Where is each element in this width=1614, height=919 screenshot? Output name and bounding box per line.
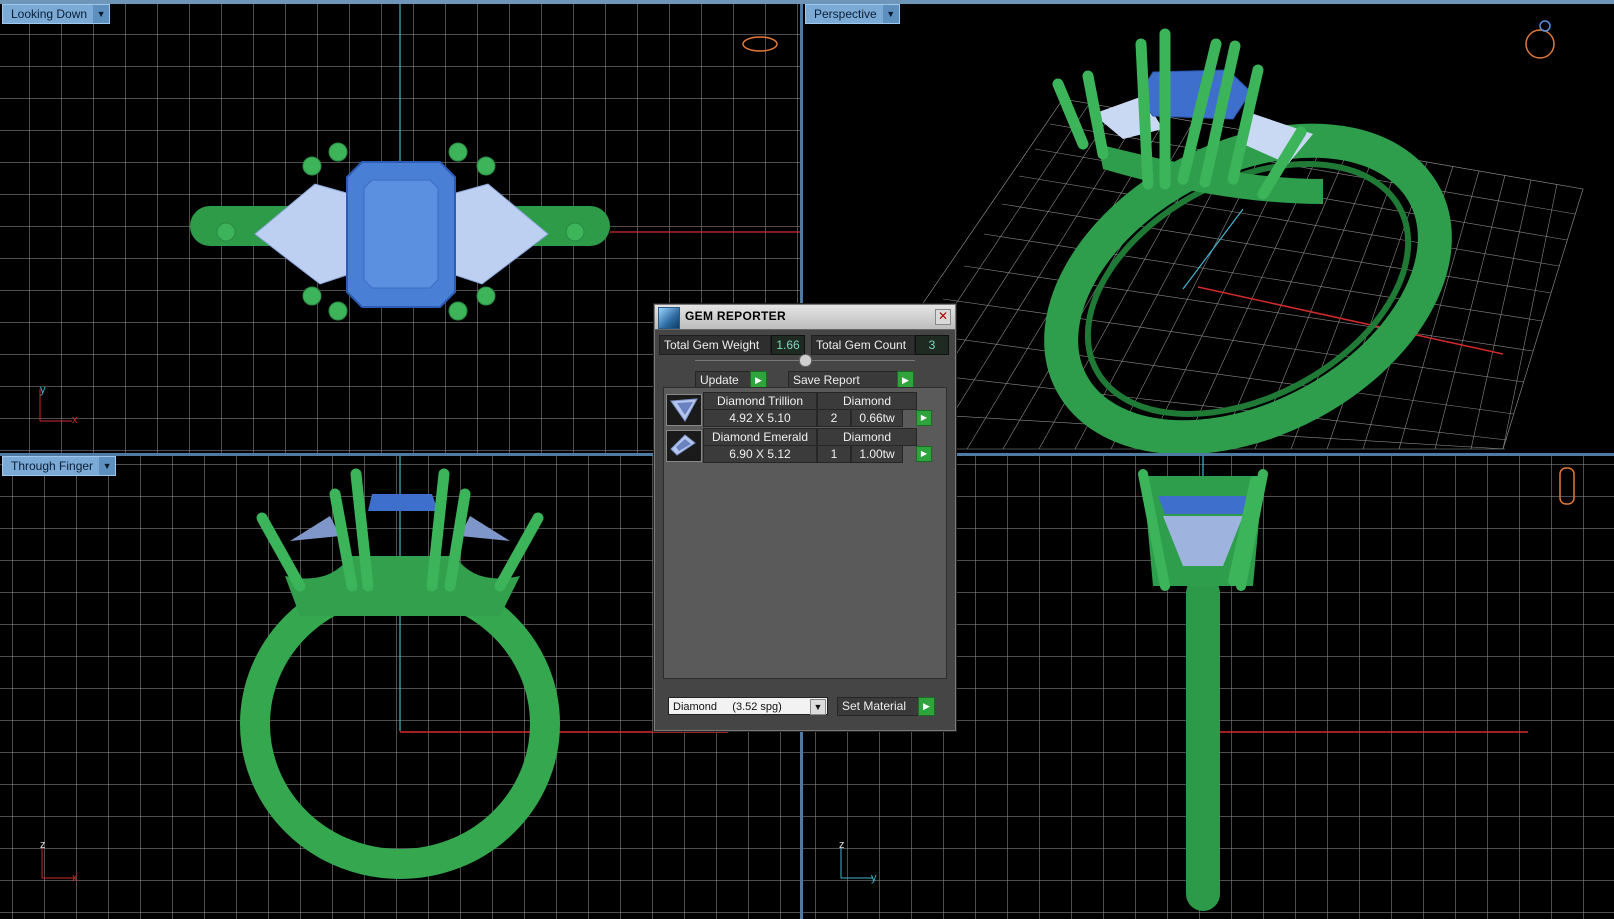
dialog-title: GEM REPORTER — [685, 309, 786, 323]
gem-name: Diamond Trillion — [703, 392, 817, 410]
gem-material: Diamond — [817, 392, 917, 410]
viewport-label-through-finger[interactable]: Through Finger ▼ — [2, 456, 117, 476]
gem-material: Diamond — [817, 428, 917, 446]
y-axis-line — [1182, 208, 1244, 290]
material-select-value: Diamond (3.52 spg) — [673, 701, 782, 713]
trillion-gem-icon — [666, 394, 702, 426]
viewport-label-text: Through Finger — [11, 459, 94, 473]
save-report-button-label: Save Report — [793, 373, 860, 387]
total-count-label: Total Gem Count — [811, 335, 915, 355]
emerald-center-stone — [1158, 496, 1250, 514]
gem-row[interactable]: Diamond Emerald Diamond 6.90 X 5.12 1 1.… — [664, 428, 932, 463]
viewport-label-perspective[interactable]: Perspective ▼ — [805, 4, 900, 24]
total-weight-value: 1.66 — [771, 335, 805, 355]
axis-letter-y: y — [871, 872, 877, 884]
emerald-center-stone — [368, 494, 438, 511]
chevron-down-icon[interactable]: ▼ — [93, 5, 110, 23]
viewport-label-looking-down[interactable]: Looking Down ▼ — [2, 4, 111, 24]
view-navigation-ring-icon — [742, 36, 778, 52]
gem-count: 1 — [817, 445, 851, 463]
head-shoulders — [285, 556, 520, 616]
play-arrow-icon[interactable]: ▶ — [916, 446, 932, 462]
view-navigation-ring-icon — [1559, 467, 1575, 505]
play-arrow-icon[interactable]: ▶ — [916, 410, 932, 426]
chevron-down-icon[interactable]: ▼ — [810, 699, 826, 715]
dialog-title-bar[interactable]: GEM REPORTER ✕ — [655, 305, 955, 330]
view-navigation-ring-icon — [1525, 29, 1555, 59]
axis-letter-y: y — [40, 384, 46, 396]
axis-letter-x: x — [72, 872, 78, 884]
collapse-handle[interactable] — [799, 354, 812, 367]
gem-count: 2 — [817, 409, 851, 427]
trillion-stone-left — [254, 183, 351, 285]
material-select[interactable]: Diamond (3.52 spg) ▼ — [668, 697, 828, 715]
x-axis-line — [1197, 286, 1504, 355]
axis-letter-x: x — [72, 414, 78, 426]
chevron-down-icon[interactable]: ▼ — [99, 457, 116, 475]
ring-shank-side — [1186, 576, 1220, 911]
gem-size: 4.92 X 5.10 — [703, 409, 817, 427]
trillion-stone-right — [451, 183, 549, 285]
viewport-label-text: Looking Down — [11, 7, 88, 21]
total-weight-label: Total Gem Weight — [659, 335, 771, 355]
gem-weight: 0.66tw — [851, 409, 903, 427]
gem-weight: 1.00tw — [851, 445, 903, 463]
set-material-button[interactable]: Set Material ▶ — [837, 697, 935, 716]
emerald-gem-icon — [666, 430, 702, 462]
gem-size: 6.90 X 5.12 — [703, 445, 817, 463]
totals-row: Total Gem Weight 1.66 Total Gem Count 3 — [659, 335, 951, 355]
gem-name: Diamond Emerald — [703, 428, 817, 446]
chevron-down-icon[interactable]: ▼ — [882, 5, 899, 23]
axis-letter-z: z — [40, 839, 46, 851]
gem-reporter-dialog[interactable]: GEM REPORTER ✕ Total Gem Weight 1.66 Tot… — [654, 304, 956, 731]
gem-row[interactable]: Diamond Trillion Diamond 4.92 X 5.10 2 0… — [664, 392, 932, 427]
viewport-label-text: Perspective — [814, 7, 877, 21]
gem-list[interactable]: Diamond Trillion Diamond 4.92 X 5.10 2 0… — [663, 387, 947, 679]
trillion-stone-right — [460, 516, 510, 541]
update-button-label: Update — [700, 373, 739, 387]
set-material-button-label: Set Material — [842, 699, 907, 713]
gem-reporter-app-icon — [658, 307, 680, 329]
play-arrow-icon: ▶ — [918, 697, 935, 716]
trillion-stone-left — [290, 516, 340, 541]
close-icon[interactable]: ✕ — [935, 309, 951, 325]
axis-letter-z: z — [839, 839, 845, 851]
emerald-table — [363, 179, 439, 289]
total-count-value: 3 — [915, 335, 949, 355]
